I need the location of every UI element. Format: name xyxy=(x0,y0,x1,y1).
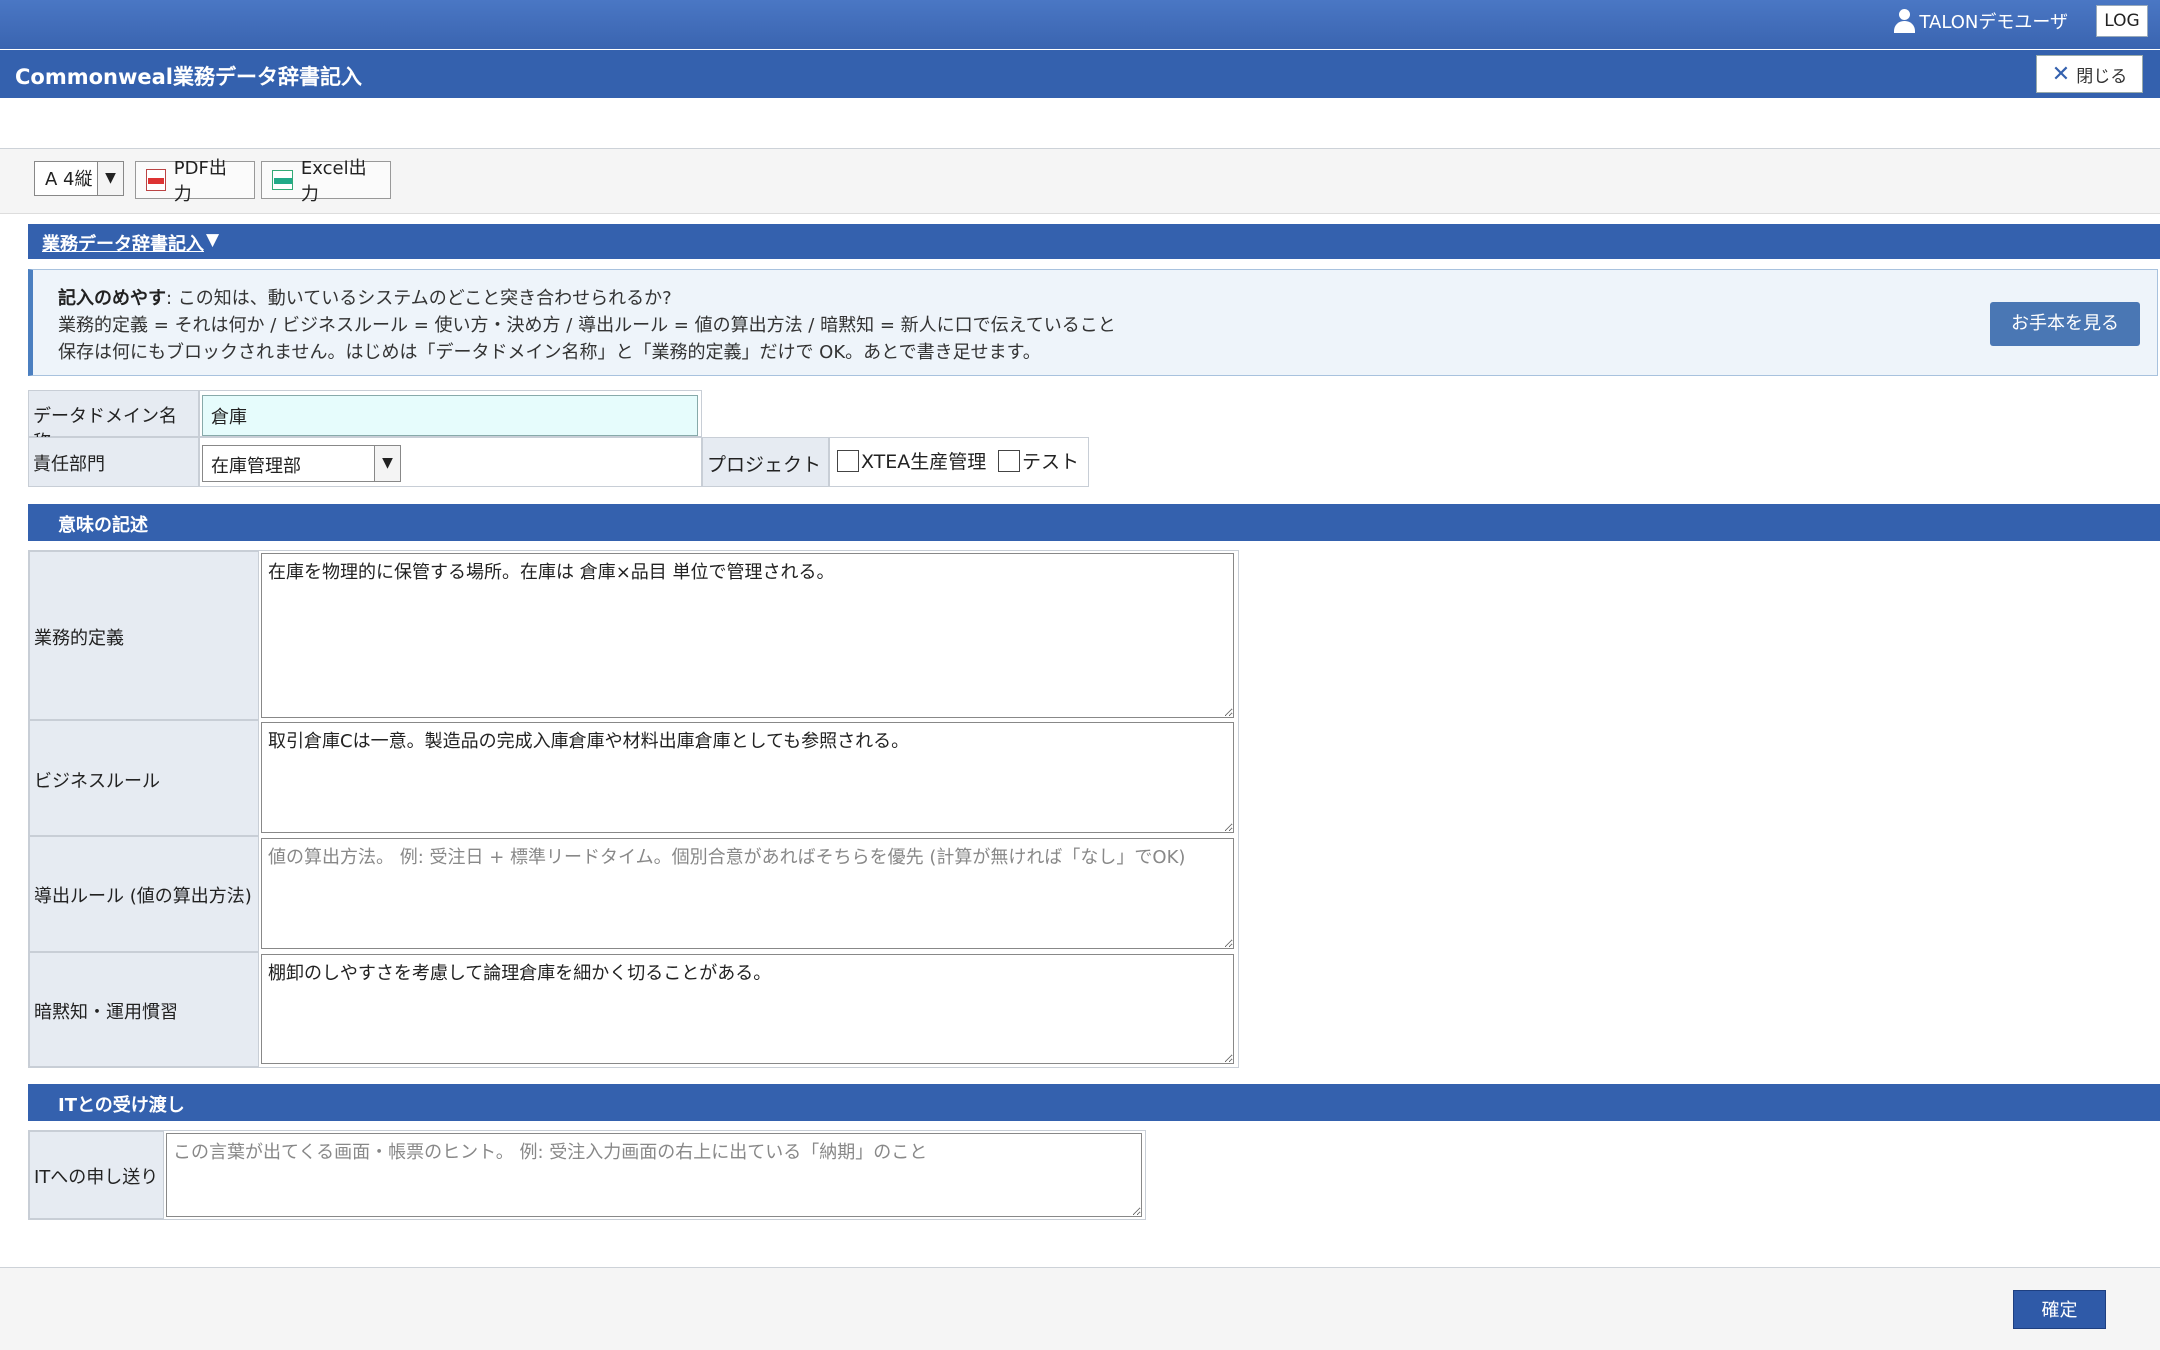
guide-heading: 記入のめやす xyxy=(58,288,166,309)
checkbox[interactable] xyxy=(998,449,1020,472)
confirm-button[interactable]: 確定 xyxy=(2013,1290,2106,1329)
view-sample-button[interactable]: お手本を見る xyxy=(1990,302,2140,346)
project-checkbox-test[interactable]: テスト xyxy=(998,447,1079,474)
excel-icon xyxy=(272,170,293,190)
domain-name-label: データドメイン名称 xyxy=(28,390,199,453)
close-icon: ✕ xyxy=(2051,61,2071,87)
close-button[interactable]: ✕ 閉じる xyxy=(2036,55,2143,93)
section-header-dictionary: 業務データ辞書記入 ▼ xyxy=(28,224,2160,259)
pdf-icon xyxy=(146,169,166,191)
tacit-knowledge-label: 暗黙知・運用慣習 xyxy=(29,952,259,1067)
checkbox[interactable] xyxy=(837,449,859,472)
definition-textarea[interactable]: 在庫を物理的に保管する場所。在庫は 倉庫×品目 単位で管理される。 xyxy=(261,553,1234,718)
title-bar: Commonweal業務データ辞書記入 ✕ 閉じる xyxy=(0,50,2160,98)
logout-button[interactable]: LOG xyxy=(2096,5,2148,37)
toolbar: A 4縦 ▼ PDF出力 Excel出力 xyxy=(0,149,2160,214)
section-header-it-handoff: ITとの受け渡し xyxy=(28,1084,2160,1121)
pdf-export-button[interactable]: PDF出力 xyxy=(135,158,255,205)
project-label: プロジェクト xyxy=(702,437,829,487)
business-rule-textarea[interactable]: 取引倉庫Cは一意。製造品の完成入庫倉庫や材料出庫倉庫としても参照される。 xyxy=(261,722,1234,833)
domain-name-input[interactable] xyxy=(202,395,698,436)
dept-label: 責任部門 xyxy=(28,437,199,487)
dept-value: 在庫管理部 xyxy=(211,456,301,477)
user-name: TALONデモユーザ xyxy=(1919,12,2068,33)
business-rule-label: ビジネスルール xyxy=(29,720,259,836)
paper-size-value: A 4縦 xyxy=(45,169,93,190)
pdf-export-label: PDF出力 xyxy=(173,158,227,205)
definition-label: 業務的定義 xyxy=(29,551,259,720)
chevron-down-icon[interactable]: ▼ xyxy=(97,162,123,195)
guide-line-1: 記入のめやす: この知は、動いているシステムのどこと突き合わせられるか? xyxy=(58,284,672,310)
dept-select[interactable]: 在庫管理部 ▼ xyxy=(202,445,401,482)
project-option-label: XTEA生産管理 xyxy=(861,451,987,473)
guide-line-2: 業務的定義 = それは何か / ビジネスルール = 使い方・決め方 / 導出ルー… xyxy=(58,315,1116,336)
page-title: Commonweal業務データ辞書記入 xyxy=(15,65,362,89)
close-label: 閉じる xyxy=(2076,66,2128,87)
triangle-down-icon[interactable]: ▼ xyxy=(206,230,219,250)
user-menu[interactable]: TALONデモユーザ xyxy=(1893,8,2068,34)
chevron-down-icon[interactable]: ▼ xyxy=(374,446,400,481)
it-note-textarea[interactable] xyxy=(166,1133,1142,1217)
derivation-rule-textarea[interactable] xyxy=(261,838,1234,949)
it-note-label: ITへの申し送り xyxy=(29,1131,164,1219)
guide-question: : この知は、動いているシステムのどこと突き合わせられるか? xyxy=(166,288,672,309)
section-title: 意味の記述 xyxy=(58,515,148,536)
user-icon xyxy=(1893,9,1916,33)
section-title: ITとの受け渡し xyxy=(58,1095,185,1116)
guide-box: 記入のめやす: この知は、動いているシステムのどこと突き合わせられるか? 業務的… xyxy=(28,269,2158,376)
project-checkbox-xtea[interactable]: XTEA生産管理 xyxy=(837,447,986,474)
top-bar: TALONデモユーザ LOG xyxy=(0,0,2160,49)
section-toggle-link[interactable]: 業務データ辞書記入 xyxy=(42,230,204,256)
tacit-knowledge-textarea[interactable]: 棚卸のしやすさを考慮して論理倉庫を細かく切ることがある。 xyxy=(261,954,1234,1064)
excel-export-button[interactable]: Excel出力 xyxy=(261,158,391,205)
excel-export-label: Excel出力 xyxy=(300,158,367,205)
derivation-rule-label: 導出ルール (値の算出方法) xyxy=(29,836,259,952)
project-option-label: テスト xyxy=(1022,451,1080,473)
paper-size-select[interactable]: A 4縦 ▼ xyxy=(34,161,124,196)
section-header-meaning: 意味の記述 xyxy=(28,504,2160,541)
footer-bar xyxy=(0,1268,2160,1350)
guide-line-3: 保存は何にもブロックされません。はじめは「データドメイン名称」と「業務的定義」だ… xyxy=(58,342,1041,363)
